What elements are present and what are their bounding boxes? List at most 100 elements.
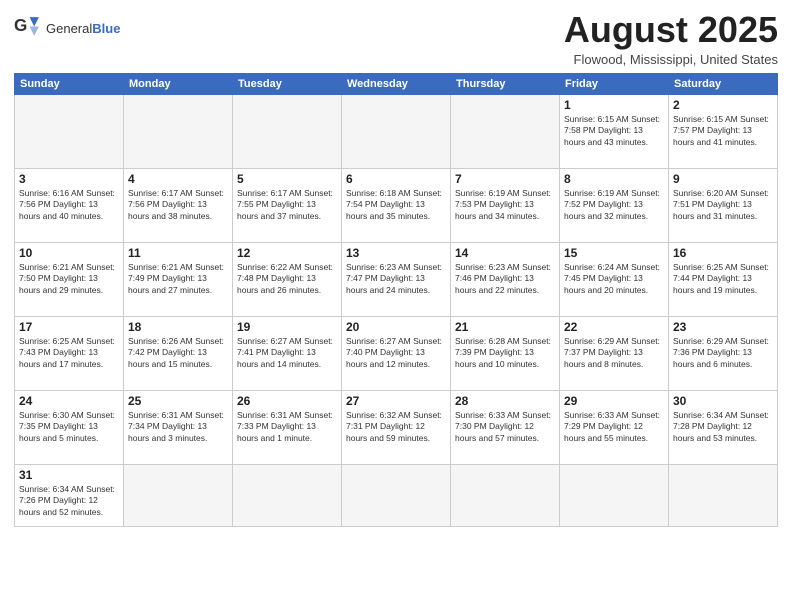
- day-info: Sunrise: 6:17 AM Sunset: 7:55 PM Dayligh…: [237, 188, 337, 224]
- calendar-cell: [124, 94, 233, 168]
- day-number: 19: [237, 320, 337, 334]
- calendar-week-row: 10 Sunrise: 6:21 AM Sunset: 7:50 PM Dayli…: [15, 242, 778, 316]
- day-number: 20: [346, 320, 446, 334]
- col-tuesday: Tuesday: [233, 73, 342, 94]
- calendar-cell: 14 Sunrise: 6:23 AM Sunset: 7:46 PM Dayli…: [451, 242, 560, 316]
- calendar-cell: 17Sunrise: 6:25 AM Sunset: 7:43 PM Dayli…: [15, 316, 124, 390]
- day-number: 21: [455, 320, 555, 334]
- day-info: Sunrise: 6:31 AM Sunset: 7:33 PM Dayligh…: [237, 410, 337, 446]
- calendar-header-row: Sunday Monday Tuesday Wednesday Thursday…: [15, 73, 778, 94]
- calendar-cell: 9 Sunrise: 6:20 AM Sunset: 7:51 PM Daylig…: [669, 168, 778, 242]
- calendar-cell: 31Sunrise: 6:34 AM Sunset: 7:26 PM Dayli…: [15, 464, 124, 526]
- title-area: August 2025 Flowood, Mississippi, United…: [564, 10, 778, 67]
- calendar-cell: [342, 94, 451, 168]
- day-info: Sunrise: 6:27 AM Sunset: 7:41 PM Dayligh…: [237, 336, 337, 372]
- calendar-cell: 10 Sunrise: 6:21 AM Sunset: 7:50 PM Dayli…: [15, 242, 124, 316]
- day-number: 31: [19, 468, 119, 482]
- subtitle: Flowood, Mississippi, United States: [564, 52, 778, 67]
- day-number: 24: [19, 394, 119, 408]
- day-info: Sunrise: 6:22 AM Sunset: 7:48 PM Dayligh…: [237, 262, 337, 298]
- day-info: Sunrise: 6:29 AM Sunset: 7:37 PM Dayligh…: [564, 336, 664, 372]
- day-number: 4: [128, 172, 228, 186]
- calendar-cell: 11 Sunrise: 6:21 AM Sunset: 7:49 PM Dayli…: [124, 242, 233, 316]
- day-info: Sunrise: 6:18 AM Sunset: 7:54 PM Dayligh…: [346, 188, 446, 224]
- day-info: Sunrise: 6:20 AM Sunset: 7:51 PM Dayligh…: [673, 188, 773, 224]
- calendar-cell: 29Sunrise: 6:33 AM Sunset: 7:29 PM Dayli…: [560, 390, 669, 464]
- calendar-cell: 26 Sunrise: 6:31 AM Sunset: 7:33 PM Dayli…: [233, 390, 342, 464]
- day-info: Sunrise: 6:19 AM Sunset: 7:52 PM Dayligh…: [564, 188, 664, 224]
- calendar-cell: [233, 464, 342, 526]
- col-thursday: Thursday: [451, 73, 560, 94]
- day-info: Sunrise: 6:23 AM Sunset: 7:47 PM Dayligh…: [346, 262, 446, 298]
- day-number: 22: [564, 320, 664, 334]
- calendar-cell: 3Sunrise: 6:16 AM Sunset: 7:56 PM Daylig…: [15, 168, 124, 242]
- day-number: 10: [19, 246, 119, 260]
- day-number: 11: [128, 246, 228, 260]
- day-number: 14: [455, 246, 555, 260]
- calendar-cell: 8 Sunrise: 6:19 AM Sunset: 7:52 PM Daylig…: [560, 168, 669, 242]
- calendar-cell: 13 Sunrise: 6:23 AM Sunset: 7:47 PM Dayli…: [342, 242, 451, 316]
- day-number: 1: [564, 98, 664, 112]
- day-number: 27: [346, 394, 446, 408]
- calendar-cell: 22 Sunrise: 6:29 AM Sunset: 7:37 PM Dayli…: [560, 316, 669, 390]
- col-sunday: Sunday: [15, 73, 124, 94]
- calendar-week-row: 1Sunrise: 6:15 AM Sunset: 7:58 PM Daylig…: [15, 94, 778, 168]
- calendar-cell: 15Sunrise: 6:24 AM Sunset: 7:45 PM Dayli…: [560, 242, 669, 316]
- calendar-cell: [669, 464, 778, 526]
- day-number: 5: [237, 172, 337, 186]
- day-number: 9: [673, 172, 773, 186]
- day-number: 17: [19, 320, 119, 334]
- calendar-cell: [233, 94, 342, 168]
- calendar-week-row: 3Sunrise: 6:16 AM Sunset: 7:56 PM Daylig…: [15, 168, 778, 242]
- calendar-cell: [451, 464, 560, 526]
- day-number: 12: [237, 246, 337, 260]
- day-info: Sunrise: 6:19 AM Sunset: 7:53 PM Dayligh…: [455, 188, 555, 224]
- col-friday: Friday: [560, 73, 669, 94]
- day-info: Sunrise: 6:27 AM Sunset: 7:40 PM Dayligh…: [346, 336, 446, 372]
- day-number: 23: [673, 320, 773, 334]
- day-number: 26: [237, 394, 337, 408]
- col-monday: Monday: [124, 73, 233, 94]
- calendar-cell: 21 Sunrise: 6:28 AM Sunset: 7:39 PM Dayli…: [451, 316, 560, 390]
- day-info: Sunrise: 6:21 AM Sunset: 7:50 PM Dayligh…: [19, 262, 119, 298]
- day-info: Sunrise: 6:30 AM Sunset: 7:35 PM Dayligh…: [19, 410, 119, 446]
- day-info: Sunrise: 6:28 AM Sunset: 7:39 PM Dayligh…: [455, 336, 555, 372]
- calendar-cell: 24 Sunrise: 6:30 AM Sunset: 7:35 PM Dayli…: [15, 390, 124, 464]
- day-number: 25: [128, 394, 228, 408]
- calendar-cell: 4 Sunrise: 6:17 AM Sunset: 7:56 PM Daylig…: [124, 168, 233, 242]
- day-info: Sunrise: 6:29 AM Sunset: 7:36 PM Dayligh…: [673, 336, 773, 372]
- header-area: G GeneralBlue August 2025 Flowood, Missi…: [14, 10, 778, 67]
- calendar-cell: 12 Sunrise: 6:22 AM Sunset: 7:48 PM Dayli…: [233, 242, 342, 316]
- day-info: Sunrise: 6:31 AM Sunset: 7:34 PM Dayligh…: [128, 410, 228, 446]
- day-info: Sunrise: 6:23 AM Sunset: 7:46 PM Dayligh…: [455, 262, 555, 298]
- calendar-cell: 19 Sunrise: 6:27 AM Sunset: 7:41 PM Dayli…: [233, 316, 342, 390]
- day-info: Sunrise: 6:33 AM Sunset: 7:30 PM Dayligh…: [455, 410, 555, 446]
- calendar-cell: 20 Sunrise: 6:27 AM Sunset: 7:40 PM Dayli…: [342, 316, 451, 390]
- col-wednesday: Wednesday: [342, 73, 451, 94]
- calendar-week-row: 24 Sunrise: 6:30 AM Sunset: 7:35 PM Dayli…: [15, 390, 778, 464]
- calendar-cell: [560, 464, 669, 526]
- calendar-cell: 16Sunrise: 6:25 AM Sunset: 7:44 PM Dayli…: [669, 242, 778, 316]
- calendar-cell: 25 Sunrise: 6:31 AM Sunset: 7:34 PM Dayli…: [124, 390, 233, 464]
- calendar-cell: 27Sunrise: 6:32 AM Sunset: 7:31 PM Dayli…: [342, 390, 451, 464]
- day-info: Sunrise: 6:33 AM Sunset: 7:29 PM Dayligh…: [564, 410, 664, 446]
- day-number: 8: [564, 172, 664, 186]
- day-info: Sunrise: 6:21 AM Sunset: 7:49 PM Dayligh…: [128, 262, 228, 298]
- calendar-cell: 7 Sunrise: 6:19 AM Sunset: 7:53 PM Daylig…: [451, 168, 560, 242]
- day-number: 13: [346, 246, 446, 260]
- calendar-week-row: 31Sunrise: 6:34 AM Sunset: 7:26 PM Dayli…: [15, 464, 778, 526]
- day-number: 6: [346, 172, 446, 186]
- day-info: Sunrise: 6:34 AM Sunset: 7:28 PM Dayligh…: [673, 410, 773, 446]
- page: G GeneralBlue August 2025 Flowood, Missi…: [0, 0, 792, 612]
- day-number: 7: [455, 172, 555, 186]
- calendar-cell: 2Sunrise: 6:15 AM Sunset: 7:57 PM Daylig…: [669, 94, 778, 168]
- calendar-cell: 18Sunrise: 6:26 AM Sunset: 7:42 PM Dayli…: [124, 316, 233, 390]
- main-title: August 2025: [564, 10, 778, 50]
- calendar-table: Sunday Monday Tuesday Wednesday Thursday…: [14, 73, 778, 527]
- day-number: 16: [673, 246, 773, 260]
- day-number: 28: [455, 394, 555, 408]
- day-info: Sunrise: 6:17 AM Sunset: 7:56 PM Dayligh…: [128, 188, 228, 224]
- svg-text:G: G: [14, 16, 27, 35]
- day-info: Sunrise: 6:24 AM Sunset: 7:45 PM Dayligh…: [564, 262, 664, 298]
- col-saturday: Saturday: [669, 73, 778, 94]
